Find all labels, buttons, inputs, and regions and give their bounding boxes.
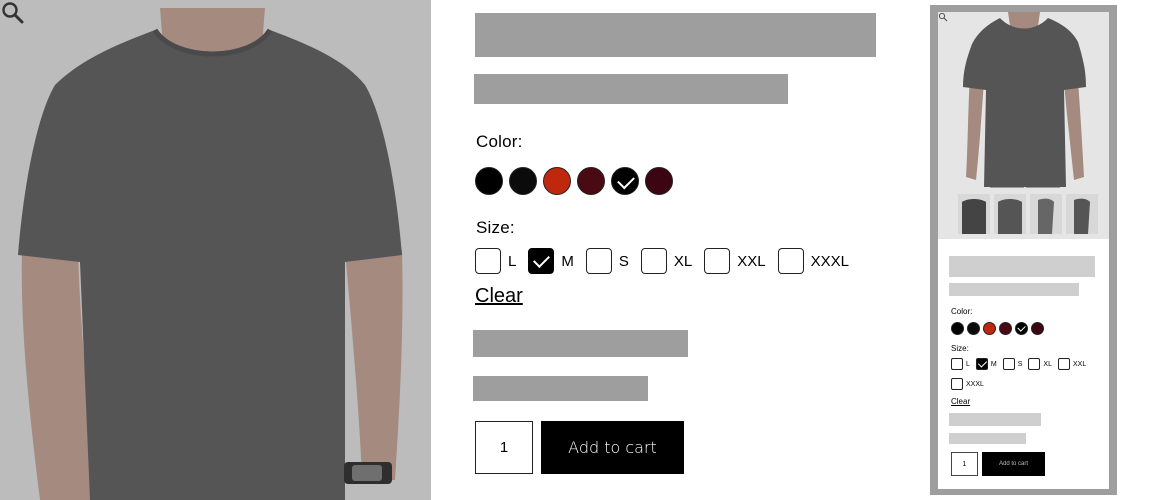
size-option-m[interactable]: M <box>528 248 574 274</box>
size-label: Size: <box>476 218 515 237</box>
preview-size-options: L M S XL XXL XXXL <box>951 358 1101 390</box>
tshirt-photo <box>0 0 431 500</box>
preview-size-label-xxxl: XXXL <box>966 380 984 388</box>
color-swatch-black[interactable] <box>475 167 503 195</box>
size-checkbox-xxl[interactable] <box>704 248 731 274</box>
stock-status-placeholder <box>473 376 648 401</box>
preview-variation-placeholder <box>949 413 1041 426</box>
size-option-xxl[interactable]: XXL <box>704 248 766 274</box>
preview-tshirt-photo <box>938 12 1109 239</box>
preview-color-label: Color: <box>951 307 973 316</box>
size-option-l[interactable]: L <box>475 248 516 274</box>
size-label-xxl: XXL <box>737 252 766 270</box>
preview-size-checkbox-l[interactable] <box>951 358 963 370</box>
add-to-cart-button[interactable]: Add to cart <box>541 421 684 474</box>
preview-size-label-xl: XL <box>1043 360 1052 368</box>
color-swatch-orange-red[interactable] <box>543 167 571 195</box>
preview-add-to-cart-button[interactable]: Add to cart <box>982 452 1045 476</box>
preview-size-label-xxl: XXL <box>1072 360 1087 368</box>
preview-size-checkbox-xxxl[interactable] <box>951 378 963 390</box>
clear-selection-link[interactable]: Clear <box>475 285 523 308</box>
preview-color-swatch-maroon[interactable] <box>999 322 1012 335</box>
size-checkbox-s[interactable] <box>585 248 612 274</box>
preview-size-checkbox-xxl[interactable] <box>1057 358 1070 370</box>
size-checkbox-l[interactable] <box>475 248 501 274</box>
preview-size-label: Size: <box>951 344 969 353</box>
color-swatch-burgundy[interactable] <box>645 167 673 195</box>
size-label-m: M <box>561 252 574 270</box>
preview-size-checkbox-m[interactable] <box>975 358 988 370</box>
size-option-s[interactable]: S <box>585 248 629 274</box>
preview-size-checkbox-s[interactable] <box>1002 358 1015 370</box>
preview-product-image[interactable] <box>938 12 1109 239</box>
preview-size-label-s: S <box>1017 360 1023 368</box>
preview-size-option-xxl[interactable]: XXL <box>1057 358 1087 370</box>
preview-title-placeholder <box>949 256 1095 277</box>
color-swatch-black-2[interactable] <box>509 167 537 195</box>
preview-size-label-l: L <box>966 360 970 368</box>
preview-size-label-m: M <box>990 360 997 368</box>
magnifier-icon[interactable] <box>0 0 26 26</box>
size-label-s: S <box>618 252 629 270</box>
mobile-preview-content: Color: Size: L M S XL XXL XXXL Clear 1 Add to… <box>938 12 1109 489</box>
size-option-xl[interactable]: XL <box>640 248 693 274</box>
size-label-xl: XL <box>673 252 693 270</box>
preview-size-option-xxxl[interactable]: XXXL <box>951 378 984 390</box>
variation-price-placeholder <box>473 330 688 357</box>
size-checkbox-m[interactable] <box>528 248 555 274</box>
product-title-placeholder <box>475 13 876 57</box>
size-checkbox-xl[interactable] <box>640 248 667 274</box>
mobile-preview-card: Color: Size: L M S XL XXL XXXL Clear 1 Add to… <box>930 5 1117 495</box>
preview-quantity-input[interactable]: 1 <box>951 452 978 476</box>
preview-size-option-s[interactable]: S <box>1002 358 1023 370</box>
size-options: L M S XL XXL XXXL <box>475 248 861 274</box>
preview-color-swatch-black-selected[interactable] <box>1015 322 1028 335</box>
size-label-xxxl: XXXL <box>810 252 849 270</box>
color-swatches <box>475 167 673 195</box>
preview-size-checkbox-xl[interactable] <box>1028 358 1041 370</box>
quantity-input[interactable]: 1 <box>475 421 533 474</box>
preview-color-swatch-black-2[interactable] <box>967 322 980 335</box>
color-label: Color: <box>476 132 523 151</box>
color-swatch-black-selected[interactable] <box>611 167 639 195</box>
preview-stock-placeholder <box>949 433 1026 444</box>
preview-color-swatch-orange-red[interactable] <box>983 322 996 335</box>
preview-color-swatch-burgundy[interactable] <box>1031 322 1044 335</box>
preview-color-swatch-black[interactable] <box>951 322 964 335</box>
preview-size-option-m[interactable]: M <box>975 358 997 370</box>
size-label-l: L <box>508 252 517 270</box>
preview-size-option-xl[interactable]: XL <box>1028 358 1052 370</box>
product-image[interactable] <box>0 0 431 500</box>
size-checkbox-xxxl[interactable] <box>777 248 804 274</box>
product-price-placeholder <box>474 74 788 104</box>
preview-size-option-l[interactable]: L <box>951 358 970 370</box>
preview-color-swatches <box>951 322 1044 335</box>
preview-clear-link[interactable]: Clear <box>951 397 970 406</box>
size-option-xxxl[interactable]: XXXL <box>777 248 849 274</box>
preview-magnifier-icon[interactable] <box>938 12 948 22</box>
preview-price-placeholder <box>949 283 1079 296</box>
color-swatch-maroon[interactable] <box>577 167 605 195</box>
